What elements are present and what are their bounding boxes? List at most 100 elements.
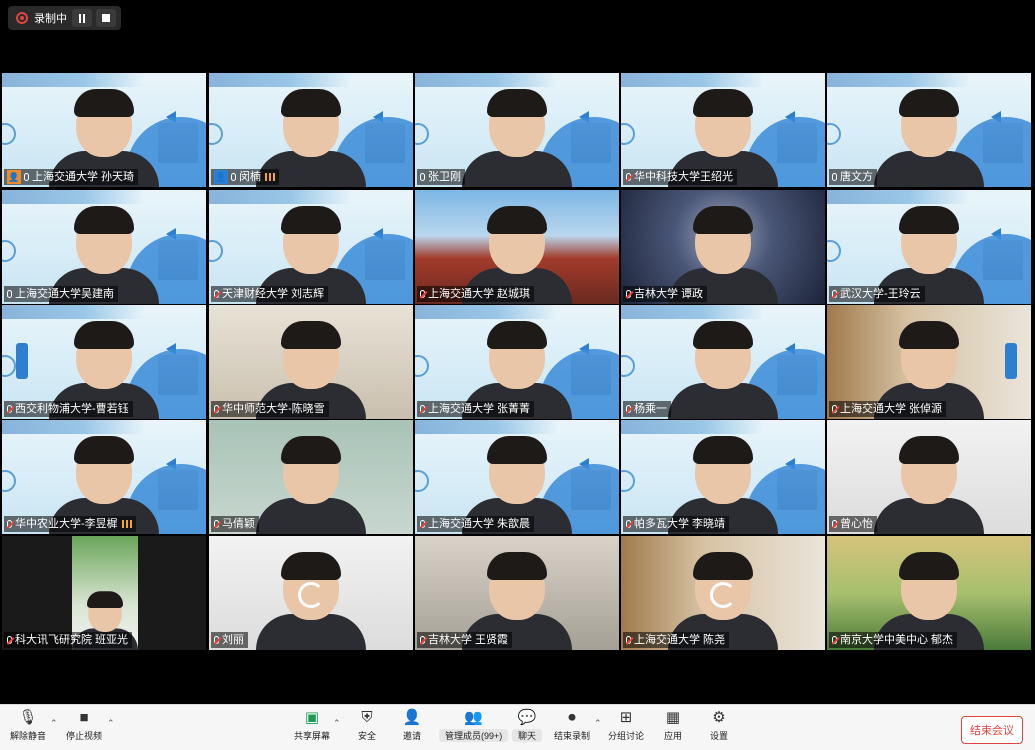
microphone-muted-icon: 🎙 — [18, 709, 38, 726]
video-camera-icon: ■ — [79, 709, 89, 726]
pause-recording-button[interactable] — [72, 9, 92, 27]
participant-video — [256, 436, 366, 534]
participant-tile[interactable]: 吉林大学 谭政 — [621, 190, 825, 304]
microphone-muted-icon — [832, 405, 837, 413]
participant-tile[interactable]: 华中农业大学-李昱樨 — [2, 420, 206, 534]
invite-button[interactable]: 👤 邀请 — [401, 709, 423, 742]
chat-icon: 💬 — [517, 709, 537, 726]
participant-name: 上海交通大学吴建南 — [15, 288, 114, 300]
stop-video-button[interactable]: ■ 停止视频 — [66, 709, 102, 742]
participant-name: 吉林大学 王贤霞 — [428, 634, 509, 646]
participant-tile[interactable]: 唐文方 — [827, 73, 1031, 187]
participant-nameplate: 上海交通大学 陈尧 — [623, 632, 730, 648]
microphone-muted-icon — [832, 520, 837, 528]
participant-tile[interactable]: 张卫刚 — [415, 73, 619, 187]
record-icon — [16, 12, 28, 24]
share-screen-icon: ▣ — [304, 709, 320, 726]
microphone-muted-icon — [420, 636, 425, 644]
microphone-muted-icon — [420, 290, 425, 298]
recording-options-caret[interactable]: ⌃ — [594, 718, 602, 729]
participant-nameplate: 南京大学中美中心 郁杰 — [829, 632, 958, 648]
participant-name: 科大讯飞研究院 班亚光 — [15, 634, 129, 646]
participant-tile[interactable]: 上海交通大学 朱歆晨 — [415, 420, 619, 534]
participant-nameplate: 天津财经大学 刘志辉 — [211, 286, 329, 302]
share-screen-button[interactable]: ▣ 共享屏幕 — [294, 709, 330, 742]
participant-name: 上海交通大学 陈尧 — [634, 634, 726, 646]
slide-background-decoration — [827, 123, 841, 145]
slide-background-decoration — [2, 73, 206, 87]
participant-tile[interactable]: 上海交通大学 张倬源 — [827, 305, 1031, 419]
recording-indicator: 录制中 — [8, 6, 121, 30]
participant-nameplate: 上海交通大学 朱歆晨 — [417, 516, 535, 532]
participant-name: 闵楠 — [239, 171, 261, 183]
end-meeting-button[interactable]: 结束会议 — [961, 716, 1023, 744]
microphone-icon — [231, 173, 236, 181]
manage-participants-button[interactable]: 👥 管理成员(99+) — [439, 709, 509, 742]
participant-nameplate: 杨乘一 — [623, 401, 671, 417]
participant-nameplate: 华中科技大学王绍光 — [623, 169, 737, 185]
settings-button[interactable]: ⚙ 设置 — [708, 709, 730, 742]
slide-background-decoration — [621, 355, 635, 377]
stop-recording-button[interactable] — [96, 9, 116, 27]
slide-background-decoration — [209, 123, 223, 145]
microphone-muted-icon — [626, 405, 631, 413]
video-options-caret[interactable]: ⌃ — [107, 718, 115, 729]
participant-name: 华中科技大学王绍光 — [634, 171, 733, 183]
video-gallery: 👤 上海交通大学 孙天琦 👤 闵楠 张卫刚 华中科技大学王绍光 唐文方 上海交通大学吴建南 天津… — [2, 73, 1032, 653]
breakout-rooms-button[interactable]: ⊞ 分组讨论 — [608, 709, 644, 742]
audio-options-caret[interactable]: ⌃ — [50, 718, 58, 729]
participant-tile[interactable]: 上海交通大学吴建南 — [2, 190, 206, 304]
chat-button[interactable]: 💬 聊天 — [512, 709, 543, 742]
gallery-next-page-button[interactable] — [1005, 343, 1017, 379]
participant-tile[interactable]: 科大讯飞研究院 班亚光 — [2, 536, 206, 650]
signal-strength-icon — [265, 173, 275, 181]
end-recording-button[interactable]: ⏺ 结束录制 — [554, 709, 590, 742]
participant-nameplate: 上海交通大学 张菁菁 — [417, 401, 535, 417]
participant-tile[interactable]: 曾心怡 — [827, 420, 1031, 534]
participant-tile[interactable]: 上海交通大学 赵城琪 — [415, 190, 619, 304]
participant-tile[interactable]: 吉林大学 王贤霞 — [415, 536, 619, 650]
security-button[interactable]: ⛨ 安全 — [356, 709, 378, 742]
loading-spinner-icon — [298, 582, 324, 608]
participant-name: 马倩颖 — [222, 518, 255, 530]
gallery-prev-page-button[interactable] — [16, 343, 28, 379]
unmute-button[interactable]: 🎙 解除静音 — [10, 709, 46, 742]
microphone-muted-icon — [420, 405, 425, 413]
slide-background-decoration — [2, 470, 16, 492]
participant-tile[interactable]: 华中科技大学王绍光 — [621, 73, 825, 187]
participant-tile[interactable]: 👤 上海交通大学 孙天琦 — [2, 73, 206, 187]
participant-tile[interactable]: 上海交通大学 张菁菁 — [415, 305, 619, 419]
participant-nameplate: 华中师范大学-陈晓雪 — [211, 401, 329, 417]
meeting-toolbar: 🎙 解除静音 ⌃ ■ 停止视频 ⌃ ▣ 共享屏幕 ⌃ ⛨ 安全 👤 邀请 👥 管… — [0, 704, 1035, 750]
microphone-muted-icon — [626, 636, 631, 644]
participant-tile[interactable]: 上海交通大学 陈尧 — [621, 536, 825, 650]
share-options-caret[interactable]: ⌃ — [333, 718, 341, 729]
apps-button[interactable]: ▦ 应用 — [662, 709, 684, 742]
participant-tile[interactable]: 马倩颖 — [209, 420, 413, 534]
slide-background-decoration — [209, 73, 413, 87]
slide-background-decoration — [621, 420, 825, 434]
participant-name: 帕多瓦大学 李晓靖 — [634, 518, 726, 530]
participant-name: 吉林大学 谭政 — [634, 288, 704, 300]
participant-tile[interactable]: 西交利物浦大学-曹若钰 — [2, 305, 206, 419]
participant-tile[interactable]: 武汉大学-王玲云 — [827, 190, 1031, 304]
participant-nameplate: 马倩颖 — [211, 516, 259, 532]
participant-nameplate: 曾心怡 — [829, 516, 877, 532]
slide-background-decoration — [621, 123, 635, 145]
participant-tile[interactable]: 帕多瓦大学 李晓靖 — [621, 420, 825, 534]
participant-tile[interactable]: 刘丽 — [209, 536, 413, 650]
participant-tile[interactable]: 华中师范大学-陈晓雪 — [209, 305, 413, 419]
slide-background-decoration — [827, 73, 1031, 87]
recording-label: 录制中 — [34, 13, 67, 25]
participant-tile[interactable]: 杨乘一 — [621, 305, 825, 419]
participant-tile[interactable]: 天津财经大学 刘志辉 — [209, 190, 413, 304]
participant-nameplate: 西交利物浦大学-曹若钰 — [4, 401, 133, 417]
host-icon: 👤 — [7, 170, 21, 184]
participant-nameplate: 刘丽 — [211, 632, 248, 648]
participant-tile[interactable]: 南京大学中美中心 郁杰 — [827, 536, 1031, 650]
microphone-muted-icon — [626, 290, 631, 298]
participant-tile[interactable]: 👤 闵楠 — [209, 73, 413, 187]
participant-nameplate: 上海交通大学吴建南 — [4, 286, 118, 302]
participant-video — [874, 436, 984, 534]
participant-name: 南京大学中美中心 郁杰 — [840, 634, 954, 646]
